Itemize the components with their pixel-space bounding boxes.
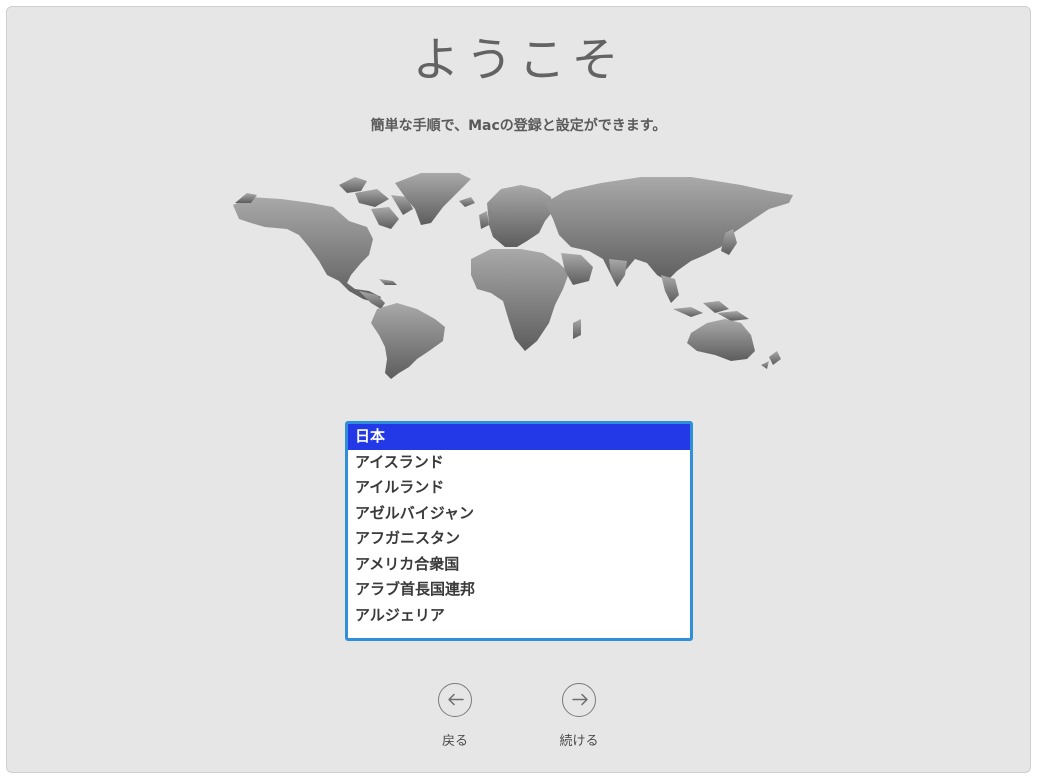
world-map-image — [233, 173, 793, 379]
back-label[interactable]: 戻る — [415, 730, 495, 749]
setup-assistant-window: ようこそ 簡単な手順で、Macの登録と設定ができます。 日本 アイスランド アイ… — [6, 6, 1031, 773]
country-list-item[interactable]: アイスランド — [348, 450, 690, 476]
continent-europe — [487, 185, 553, 247]
continent-south-america — [371, 303, 445, 379]
country-list-item[interactable]: アイルランド — [348, 475, 690, 501]
country-list-item[interactable]: アゼルバイジャン — [348, 501, 690, 527]
arrow-left-circle-icon[interactable] — [438, 683, 472, 717]
country-list-item[interactable]: アメリカ合衆国 — [348, 552, 690, 578]
country-list-item[interactable]: アルジェリア — [348, 603, 690, 629]
country-list-item[interactable]: アラブ首長国連邦 — [348, 577, 690, 603]
continent-australia — [687, 319, 755, 361]
continue-label[interactable]: 続ける — [539, 730, 619, 749]
back-button[interactable]: 戻る — [415, 683, 495, 749]
country-list-item[interactable]: アフガニスタン — [348, 526, 690, 552]
arrow-right-circle-icon[interactable] — [562, 683, 596, 717]
continue-button[interactable]: 続ける — [539, 683, 619, 749]
country-list[interactable]: 日本 アイスランド アイルランド アゼルバイジャン アフガニスタン アメリカ合衆… — [345, 421, 693, 641]
country-list-item[interactable]: 日本 — [348, 424, 690, 450]
page-subtitle: 簡単な手順で、Macの登録と設定ができます。 — [370, 118, 667, 134]
continent-north-america — [233, 197, 381, 303]
page-title: ようこそ — [412, 33, 625, 88]
continent-africa — [471, 249, 569, 351]
